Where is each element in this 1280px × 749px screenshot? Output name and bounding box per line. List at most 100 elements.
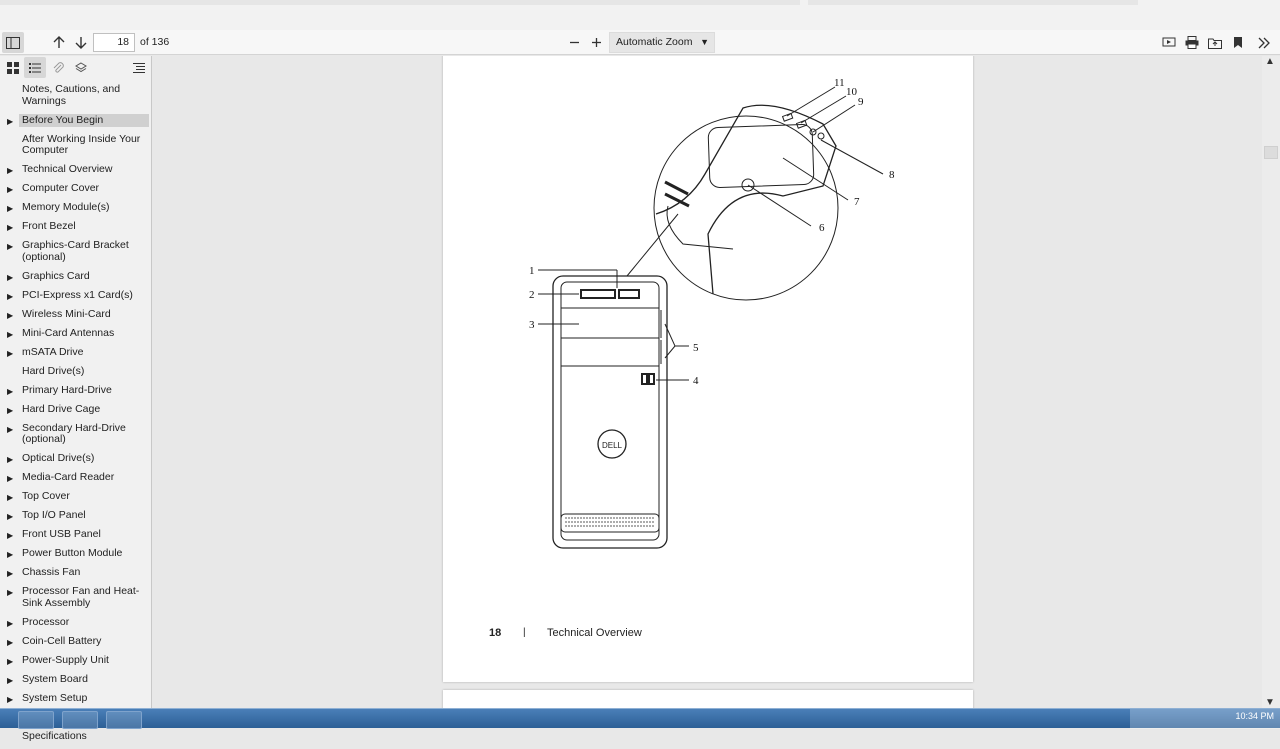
print-button[interactable] bbox=[1181, 32, 1203, 53]
expand-triangle-icon[interactable]: ▶ bbox=[7, 405, 13, 417]
expand-triangle-icon[interactable]: ▶ bbox=[7, 241, 13, 253]
outline-item[interactable]: Specifications bbox=[0, 730, 152, 744]
expand-triangle-icon[interactable]: ▶ bbox=[7, 637, 13, 649]
zoom-out-button[interactable] bbox=[563, 32, 585, 53]
scroll-down-icon[interactable]: ▼ bbox=[1265, 697, 1275, 708]
expand-triangle-icon[interactable]: ▶ bbox=[7, 348, 13, 360]
outline-item[interactable]: ▶ PCI-Express x1 Card(s) bbox=[0, 289, 152, 303]
zoom-value: Automatic Zoom bbox=[616, 36, 693, 48]
callout-8: 8 bbox=[889, 169, 895, 181]
taskbar-app-button[interactable] bbox=[106, 711, 142, 729]
presentation-mode-button[interactable] bbox=[1158, 32, 1180, 53]
outline-item[interactable]: ▶ Power Button Module bbox=[0, 547, 152, 561]
vertical-scrollbar[interactable]: ▲ ▼ bbox=[1262, 56, 1280, 708]
expand-triangle-icon[interactable]: ▶ bbox=[7, 618, 13, 630]
expand-triangle-icon[interactable]: ▶ bbox=[7, 272, 13, 284]
outline-item[interactable]: ▶ Before You Begin bbox=[7, 113, 149, 127]
expand-triangle-icon[interactable]: ▶ bbox=[7, 656, 13, 668]
expand-triangle-icon[interactable]: ▶ bbox=[7, 675, 13, 687]
layers-view-button[interactable] bbox=[70, 57, 92, 78]
outline-item[interactable]: After Working Inside Your Computer bbox=[0, 133, 152, 158]
thumbnails-view-button[interactable] bbox=[2, 57, 24, 78]
expand-triangle-icon[interactable]: ▶ bbox=[7, 222, 13, 234]
outline-item[interactable]: ▶ Wireless Mini-Card bbox=[0, 308, 152, 322]
outline-item[interactable]: ▶ Top Cover bbox=[0, 490, 152, 504]
zoom-select[interactable]: Automatic Zoom ▼ bbox=[609, 32, 715, 53]
outline-item[interactable]: ▶ Computer Cover bbox=[0, 182, 152, 196]
taskbar-app-button[interactable] bbox=[18, 711, 54, 729]
outline-item-label: PCI-Express x1 Card(s) bbox=[22, 288, 133, 301]
expand-triangle-icon[interactable]: ▶ bbox=[7, 203, 13, 215]
bookmark-button[interactable] bbox=[1227, 32, 1249, 53]
expand-triangle-icon[interactable]: ▶ bbox=[7, 492, 13, 504]
tools-button[interactable] bbox=[1253, 32, 1275, 53]
expand-triangle-icon[interactable]: ▶ bbox=[7, 116, 13, 128]
outline-item[interactable]: ▶ Mini-Card Antennas bbox=[0, 327, 152, 341]
outline-item[interactable]: ▶ Chassis Fan bbox=[0, 566, 152, 580]
expand-triangle-icon[interactable]: ▶ bbox=[7, 568, 13, 580]
browser-tab[interactable] bbox=[808, 0, 1138, 5]
paperclip-icon bbox=[53, 61, 64, 73]
scroll-up-icon[interactable]: ▲ bbox=[1265, 56, 1275, 67]
expand-triangle-icon[interactable]: ▶ bbox=[7, 329, 13, 341]
expand-triangle-icon[interactable]: ▶ bbox=[7, 511, 13, 523]
outline-item[interactable]: ▶ Optical Drive(s) bbox=[0, 452, 152, 466]
outline-item[interactable]: Notes, Cautions, and Warnings bbox=[0, 83, 152, 108]
outline-item-label: Front USB Panel bbox=[22, 528, 101, 540]
outline-item[interactable]: ▶ Primary Hard-Drive bbox=[0, 384, 152, 398]
zoom-in-button[interactable] bbox=[585, 32, 607, 53]
outline-item[interactable]: ▶ Hard Drive Cage bbox=[0, 403, 152, 417]
outline-item[interactable]: ▶ Power-Supply Unit bbox=[0, 654, 152, 668]
sidebar-toggle-button[interactable] bbox=[2, 32, 24, 53]
expand-triangle-icon[interactable]: ▶ bbox=[7, 454, 13, 466]
outline-item[interactable]: ▶ Graphics Card bbox=[0, 270, 152, 284]
outline-item[interactable]: ▶ Technical Overview bbox=[0, 163, 152, 177]
outline-item[interactable]: ▶ mSATA Drive bbox=[0, 346, 152, 360]
scrollbar-thumb[interactable] bbox=[1264, 146, 1278, 159]
outline-item[interactable]: ▶ Memory Module(s) bbox=[0, 201, 152, 215]
grid-icon bbox=[7, 61, 19, 74]
next-page-button[interactable] bbox=[70, 32, 92, 53]
taskbar-app-button[interactable] bbox=[62, 711, 98, 729]
outline-item[interactable]: ▶ System Setup bbox=[0, 692, 152, 706]
page-number-input[interactable]: 18 bbox=[93, 33, 135, 52]
expand-triangle-icon[interactable]: ▶ bbox=[7, 165, 13, 177]
outline-item-label: After Working Inside Your Computer bbox=[22, 132, 141, 156]
outline-item[interactable]: ▶ Graphics-Card Bracket (optional) bbox=[0, 239, 152, 264]
sidebar: Notes, Cautions, and Warnings ▶ Before You… bbox=[0, 56, 152, 741]
outline-item-label: Optical Drive(s) bbox=[22, 452, 95, 464]
outline-item[interactable]: ▶ Processor bbox=[0, 616, 152, 630]
outline-item-label: Processor bbox=[22, 615, 70, 628]
outline-item[interactable]: ▶ System Board bbox=[0, 673, 152, 687]
expand-triangle-icon[interactable]: ▶ bbox=[7, 310, 13, 322]
outline-item[interactable]: ▶ Coin-Cell Battery bbox=[0, 635, 152, 649]
expand-triangle-icon[interactable]: ▶ bbox=[7, 694, 13, 706]
expand-triangle-icon[interactable]: ▶ bbox=[7, 530, 13, 542]
outline-item[interactable]: ▶ Secondary Hard-Drive (optional) bbox=[0, 422, 152, 447]
outline-item-label: Chassis Fan bbox=[22, 566, 81, 578]
outline-item[interactable]: ▶ Front USB Panel bbox=[0, 528, 152, 542]
expand-triangle-icon[interactable]: ▶ bbox=[7, 549, 13, 561]
sidebar-toolbar bbox=[0, 56, 152, 80]
tower-body bbox=[552, 275, 668, 549]
expand-triangle-icon[interactable]: ▶ bbox=[7, 587, 13, 599]
outline-item[interactable]: ▶ Front Bezel bbox=[0, 220, 152, 234]
expand-triangle-icon[interactable]: ▶ bbox=[7, 386, 13, 398]
attachments-view-button[interactable] bbox=[47, 57, 69, 78]
layers-icon bbox=[75, 61, 87, 72]
outline-item[interactable]: ▶ Top I/O Panel bbox=[0, 509, 152, 523]
outline-item-label: Processor Fan and Heat-Sink Assembly bbox=[22, 585, 140, 609]
expand-triangle-icon[interactable]: ▶ bbox=[7, 291, 13, 303]
browser-tab[interactable] bbox=[0, 0, 800, 5]
outline-item[interactable]: ▶ Processor Fan and Heat-Sink Assembly bbox=[0, 585, 152, 610]
expand-triangle-icon[interactable]: ▶ bbox=[7, 473, 13, 485]
outline-view-button[interactable] bbox=[24, 57, 46, 78]
open-file-button[interactable] bbox=[1204, 32, 1226, 53]
expand-triangle-icon[interactable]: ▶ bbox=[7, 184, 13, 196]
outline-item[interactable]: ▶ Media-Card Reader bbox=[0, 471, 152, 485]
previous-page-button[interactable] bbox=[48, 32, 70, 53]
expand-triangle-icon[interactable]: ▶ bbox=[7, 424, 13, 436]
find-outline-item-button[interactable] bbox=[128, 57, 150, 78]
outline-item[interactable]: Hard Drive(s) bbox=[0, 365, 152, 379]
outline-item-label: Graphics Card bbox=[22, 269, 90, 282]
